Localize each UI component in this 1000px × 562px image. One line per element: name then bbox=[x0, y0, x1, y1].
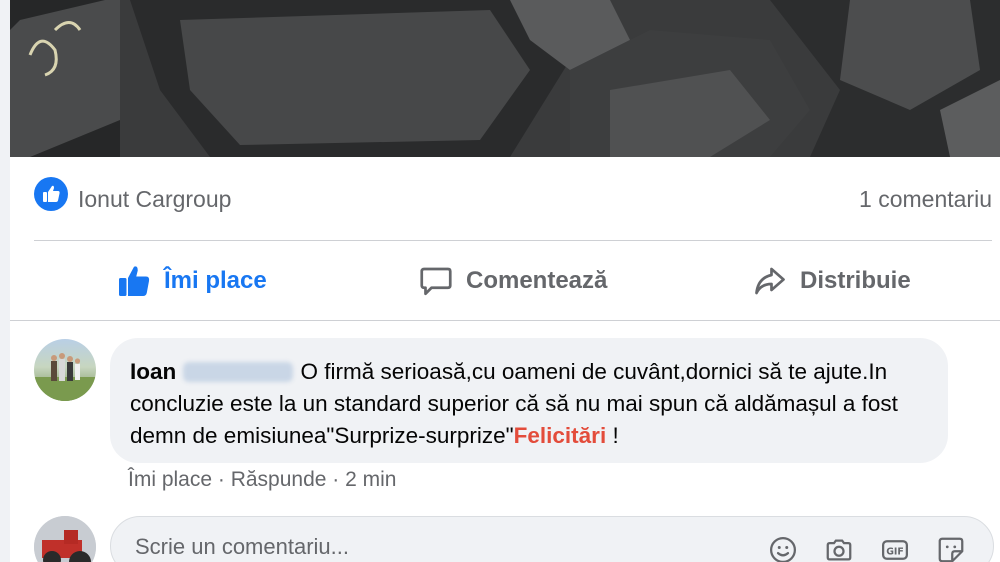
share-button[interactable]: Distribuie bbox=[752, 241, 911, 320]
camera-icon[interactable] bbox=[823, 534, 855, 562]
meta-separator: · bbox=[217, 468, 231, 491]
comment-trailing: ! bbox=[606, 423, 619, 448]
share-icon bbox=[755, 267, 785, 294]
avatar-photo bbox=[34, 516, 96, 562]
post-photo[interactable] bbox=[10, 0, 1000, 157]
thumbs-up-icon bbox=[119, 265, 150, 296]
meta-separator: · bbox=[332, 468, 346, 491]
current-user-avatar[interactable] bbox=[34, 516, 96, 562]
gif-icon[interactable]: GIF bbox=[879, 534, 911, 562]
comment-count[interactable]: 1 comentariu bbox=[859, 186, 992, 213]
post-actions: Îmi place Comentează Distribuie bbox=[10, 241, 1000, 320]
avatar-photo bbox=[34, 353, 96, 401]
comment-highlight: Felicitări bbox=[513, 423, 607, 448]
author-surname-redacted bbox=[182, 362, 293, 382]
sticker-icon[interactable] bbox=[935, 534, 967, 562]
comment-button-label: Comentează bbox=[466, 266, 608, 294]
share-button-label: Distribuie bbox=[800, 266, 911, 294]
comment-reply-link[interactable]: Răspunde bbox=[231, 468, 327, 491]
post-card: Ionut Cargroup 1 comentariu Îmi place Co… bbox=[10, 0, 1000, 562]
svg-text:GIF: GIF bbox=[886, 546, 904, 557]
comment-icon bbox=[420, 267, 452, 295]
comment-bubble: Ioan O firmă serioasă,cu oameni de cuvân… bbox=[110, 338, 948, 463]
like-button-label: Îmi place bbox=[164, 266, 267, 294]
comment-like-link[interactable]: Îmi place bbox=[128, 468, 212, 491]
tire-image bbox=[10, 0, 1000, 157]
reaction-names[interactable]: Ionut Cargroup bbox=[78, 186, 231, 213]
commenter-avatar[interactable] bbox=[34, 339, 96, 401]
comment-author[interactable]: Ioan bbox=[130, 359, 176, 384]
like-button[interactable]: Îmi place bbox=[116, 241, 267, 320]
comment-time[interactable]: 2 min bbox=[345, 468, 396, 491]
comment-input[interactable] bbox=[135, 517, 735, 562]
divider bbox=[10, 320, 1000, 321]
comment-meta: Îmi place · Răspunde · 2 min bbox=[128, 468, 396, 492]
comment-composer: GIF bbox=[110, 516, 994, 562]
like-icon bbox=[34, 177, 68, 211]
comment-button[interactable]: Comentează bbox=[418, 241, 607, 320]
reactions-row: Ionut Cargroup 1 comentariu bbox=[10, 157, 1000, 241]
emoji-icon[interactable] bbox=[767, 534, 799, 562]
